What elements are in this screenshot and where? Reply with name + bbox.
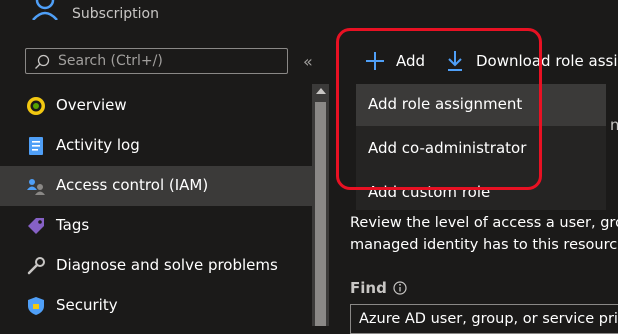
tag-icon bbox=[28, 218, 44, 234]
activity-log-icon bbox=[29, 137, 43, 155]
menu-item-add-co-administrator[interactable]: Add co-administrator bbox=[356, 128, 606, 170]
obscured-text: nt bbox=[610, 116, 618, 134]
sidebar-item-tags[interactable]: Tags bbox=[0, 206, 312, 246]
scroll-thumb[interactable] bbox=[315, 102, 326, 326]
scroll-up-icon[interactable] bbox=[316, 88, 326, 94]
plus-icon bbox=[366, 52, 384, 70]
person-icon bbox=[32, 0, 58, 20]
search-icon bbox=[35, 54, 50, 69]
sidebar-item-label: Diagnose and solve problems bbox=[56, 256, 278, 274]
add-dropdown-menu: Add role assignment Add co-administrator… bbox=[356, 84, 606, 210]
sidebar-item-label: Overview bbox=[56, 96, 127, 114]
sidebar-item-label: Access control (IAM) bbox=[56, 176, 209, 194]
menu-item-add-role-assignment[interactable]: Add role assignment bbox=[356, 84, 606, 126]
sidebar-item-label: Tags bbox=[56, 216, 90, 234]
menu-item-label: Add role assignment bbox=[368, 95, 523, 113]
find-input[interactable]: Azure AD user, group, or service prin bbox=[350, 304, 618, 334]
find-placeholder: Azure AD user, group, or service prin bbox=[359, 311, 618, 327]
search-placeholder: Search (Ctrl+/) bbox=[58, 53, 163, 69]
sidebar-item-activity-log[interactable]: Activity log bbox=[0, 126, 312, 166]
shield-icon bbox=[28, 297, 44, 315]
resource-type-label: Subscription bbox=[72, 6, 159, 22]
find-label: Find bbox=[350, 279, 387, 297]
resource-menu-panel: Subscription Search (Ctrl+/) « Overview … bbox=[0, 0, 313, 326]
collapse-menu-icon[interactable]: « bbox=[303, 52, 313, 71]
info-icon[interactable] bbox=[393, 281, 407, 295]
sidebar-item-overview[interactable]: Overview bbox=[0, 86, 312, 126]
check-access-description: Review the level of access a user, grou … bbox=[350, 212, 618, 256]
sidebar-item-diagnose[interactable]: Diagnose and solve problems bbox=[0, 246, 312, 286]
iam-icon bbox=[27, 179, 45, 195]
add-label: Add bbox=[396, 52, 426, 70]
sidebar-scrollbar[interactable] bbox=[312, 84, 329, 326]
download-icon bbox=[448, 51, 462, 71]
sidebar-item-label: Security bbox=[56, 296, 118, 314]
description-line: Review the level of access a user, grou bbox=[350, 215, 618, 231]
menu-item-add-custom-role[interactable]: Add custom role bbox=[356, 172, 606, 210]
download-label: Download role assig bbox=[476, 52, 618, 70]
menu-item-label: Add co-administrator bbox=[368, 139, 527, 157]
sidebar-item-security[interactable]: Security bbox=[0, 286, 312, 326]
sidebar-item-access-control[interactable]: Access control (IAM) bbox=[0, 166, 312, 206]
description-line: managed identity has to this resource bbox=[350, 237, 618, 253]
sidebar-item-label: Activity log bbox=[56, 136, 140, 154]
wrench-icon bbox=[27, 257, 45, 275]
menu-item-label: Add custom role bbox=[368, 183, 491, 201]
overview-icon bbox=[27, 97, 45, 115]
search-box[interactable]: Search (Ctrl+/) bbox=[25, 48, 288, 74]
